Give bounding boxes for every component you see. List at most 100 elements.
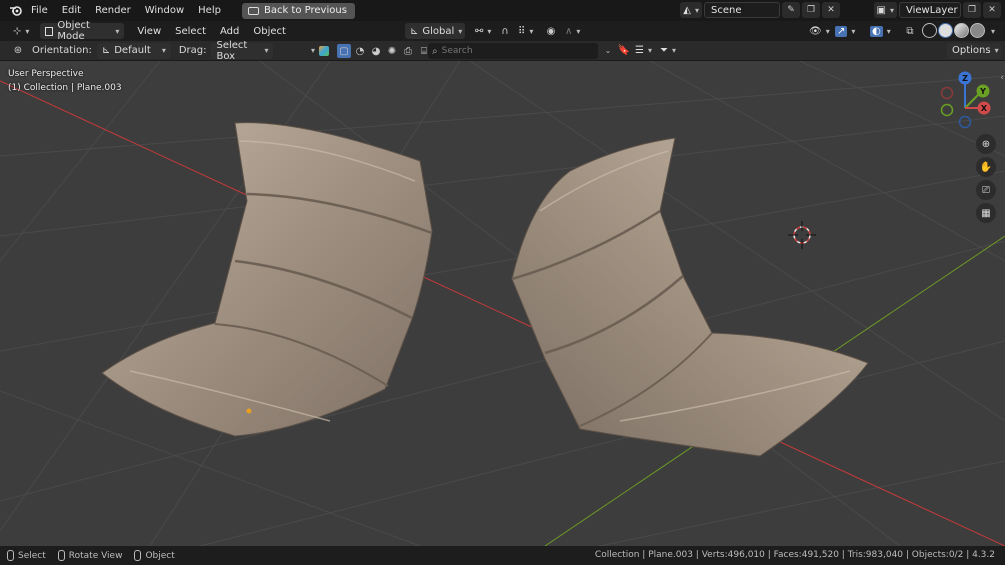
view-layer-icon: ▣	[876, 4, 886, 16]
hint-object-label: Object	[145, 550, 175, 561]
gizmo-z-label: Z	[962, 74, 968, 83]
surface-icon[interactable]: ◕	[369, 44, 383, 58]
grid-icon: ▦	[981, 207, 991, 219]
gizmo-neg-x[interactable]	[940, 86, 954, 100]
transform-pivot-icon[interactable]: ⊛	[10, 43, 26, 59]
gizmo-neg-y[interactable]	[940, 103, 954, 117]
wireframe-shading-button[interactable]	[922, 23, 937, 38]
floor-grid	[0, 61, 1005, 546]
gizmo-toggle[interactable]: ↗ ▾	[830, 23, 860, 39]
menu-render[interactable]: Render	[88, 0, 138, 21]
camera-view-button[interactable]: ⎚	[976, 180, 996, 200]
menu-add[interactable]: Add	[213, 21, 246, 42]
menu-file[interactable]: File	[24, 0, 55, 21]
grid-snap-icon: ⠿	[518, 25, 526, 37]
filter-object-types-button[interactable]: ▾	[306, 43, 334, 59]
object-mode-icon	[45, 26, 54, 36]
editor-type-button[interactable]: ⊹ ▾	[8, 23, 34, 39]
orientation-label: Orientation:	[32, 45, 92, 56]
camera-icon[interactable]: ⎙	[401, 44, 415, 58]
search-options-button[interactable]: ⌄	[600, 43, 616, 59]
material-shading-button[interactable]	[954, 23, 969, 38]
proportional-edit-toggle[interactable]: ◉	[543, 23, 559, 39]
falloff-button[interactable]: ∧ ▾	[560, 23, 585, 39]
blender-logo-icon[interactable]	[6, 3, 24, 19]
delete-view-layer-button[interactable]: ✕	[983, 2, 1001, 18]
chevron-down-icon: ▾	[115, 26, 120, 36]
solid-shading-button[interactable]	[938, 23, 953, 38]
gizmo-x-label: X	[981, 104, 988, 113]
overlays-toggle[interactable]: ◐ ▾	[865, 23, 896, 39]
scene-name-field[interactable]: Scene	[704, 2, 780, 18]
screen-icon	[247, 6, 259, 15]
zoom-icon: ⊕	[981, 138, 991, 150]
scene-browse-button[interactable]: ◭ ▾	[680, 2, 702, 18]
curve-icon[interactable]: ◔	[353, 44, 367, 58]
zoom-button[interactable]: ⊕	[976, 134, 996, 154]
orientation-axes-icon: ⊾	[101, 45, 111, 56]
search-input[interactable]	[441, 46, 582, 56]
drag-label: Drag:	[178, 45, 207, 56]
hint-rotate-label: Rotate View	[68, 550, 123, 561]
filter-button[interactable]: ⏷ ▾	[655, 43, 681, 59]
pivot-point-button[interactable]: ⚯ ▾	[470, 23, 496, 39]
middle-mouse-icon	[57, 550, 65, 561]
perspective-toggle-button[interactable]: ▦	[976, 203, 996, 223]
stat-verts: Verts:496,010	[701, 550, 765, 560]
drag-dropdown[interactable]: Select Box ▾	[211, 40, 274, 62]
editor-type-icon: ⊹	[13, 25, 22, 37]
chevron-down-icon: ▾	[458, 26, 463, 36]
camera-icon: ⎚	[982, 184, 990, 196]
mesh-select-toggle[interactable]: ▢	[337, 44, 351, 58]
chevron-down-icon: ▾	[851, 26, 856, 36]
active-object-label: (1) Collection | Plane.003	[8, 83, 122, 93]
pan-button[interactable]: ✋	[976, 157, 996, 177]
sort-button[interactable]: ☰ ▾	[630, 43, 657, 59]
duplicate-icon: ❐	[967, 5, 977, 15]
scene-name: Scene	[711, 4, 742, 16]
cushion-right	[511, 137, 869, 457]
menu-help[interactable]: Help	[191, 0, 228, 21]
shading-options-button[interactable]: ▾	[985, 23, 1001, 39]
new-scene-button[interactable]: ❐	[802, 2, 820, 18]
stat-object: Plane.003	[648, 550, 693, 560]
object-types-icon	[319, 45, 330, 56]
new-view-layer-button[interactable]: ❐	[963, 2, 981, 18]
sidebar-toggle-arrow[interactable]: ‹	[1000, 73, 1004, 83]
xray-icon: ⧉	[906, 25, 914, 37]
mode-dropdown[interactable]: Object Mode ▾	[40, 20, 125, 42]
chevron-down-icon: ▾	[694, 5, 699, 15]
chevron-down-icon: ▾	[576, 26, 581, 36]
snap-toggle[interactable]: ∩	[497, 23, 513, 39]
status-bar: Select Rotate View Object Collection | P…	[0, 546, 1005, 565]
outliner-search: ⌕	[428, 43, 598, 59]
back-to-previous-button[interactable]: Back to Previous	[241, 2, 355, 19]
pin-scene-button[interactable]: ✎	[782, 2, 800, 18]
hint-select-label: Select	[18, 550, 46, 561]
options-label: Options	[952, 45, 991, 56]
sort-icon: ☰	[635, 45, 644, 56]
menu-window[interactable]: Window	[138, 0, 191, 21]
gizmo-neg-z[interactable]	[958, 115, 972, 129]
orientation-dropdown[interactable]: ⊾ Default ▾	[96, 42, 171, 59]
snap-target-button[interactable]: ⠿ ▾	[513, 23, 538, 39]
chevron-down-icon: ▾	[886, 26, 891, 36]
rendered-shading-button[interactable]	[970, 23, 985, 38]
menu-view[interactable]: View	[130, 21, 168, 42]
view-layer-browse-button[interactable]: ▣ ▾	[873, 2, 897, 18]
view-layer-selector: ▣ ▾ ViewLayer ❐ ✕	[873, 2, 1001, 18]
hint-rotate: Rotate View	[57, 550, 123, 561]
menu-object[interactable]: Object	[246, 21, 293, 42]
light-icon[interactable]: ✺	[385, 44, 399, 58]
3d-viewport[interactable]: Z Y X User Perspective (1) Collection | …	[0, 61, 1005, 546]
options-dropdown[interactable]: Options ▾	[947, 42, 1001, 59]
xray-toggle[interactable]: ⧉	[902, 23, 918, 39]
view-layer-name-field[interactable]: ViewLayer	[899, 2, 961, 18]
transform-orientation-dropdown[interactable]: ⊾ Global ▾	[405, 23, 465, 39]
menu-edit[interactable]: Edit	[55, 0, 88, 21]
delete-scene-button[interactable]: ✕	[822, 2, 840, 18]
magnet-icon: ∩	[501, 25, 509, 37]
menu-select[interactable]: Select	[168, 21, 213, 42]
chevron-down-icon: ▾	[487, 26, 492, 36]
filter-icon: ⏷	[660, 45, 668, 56]
